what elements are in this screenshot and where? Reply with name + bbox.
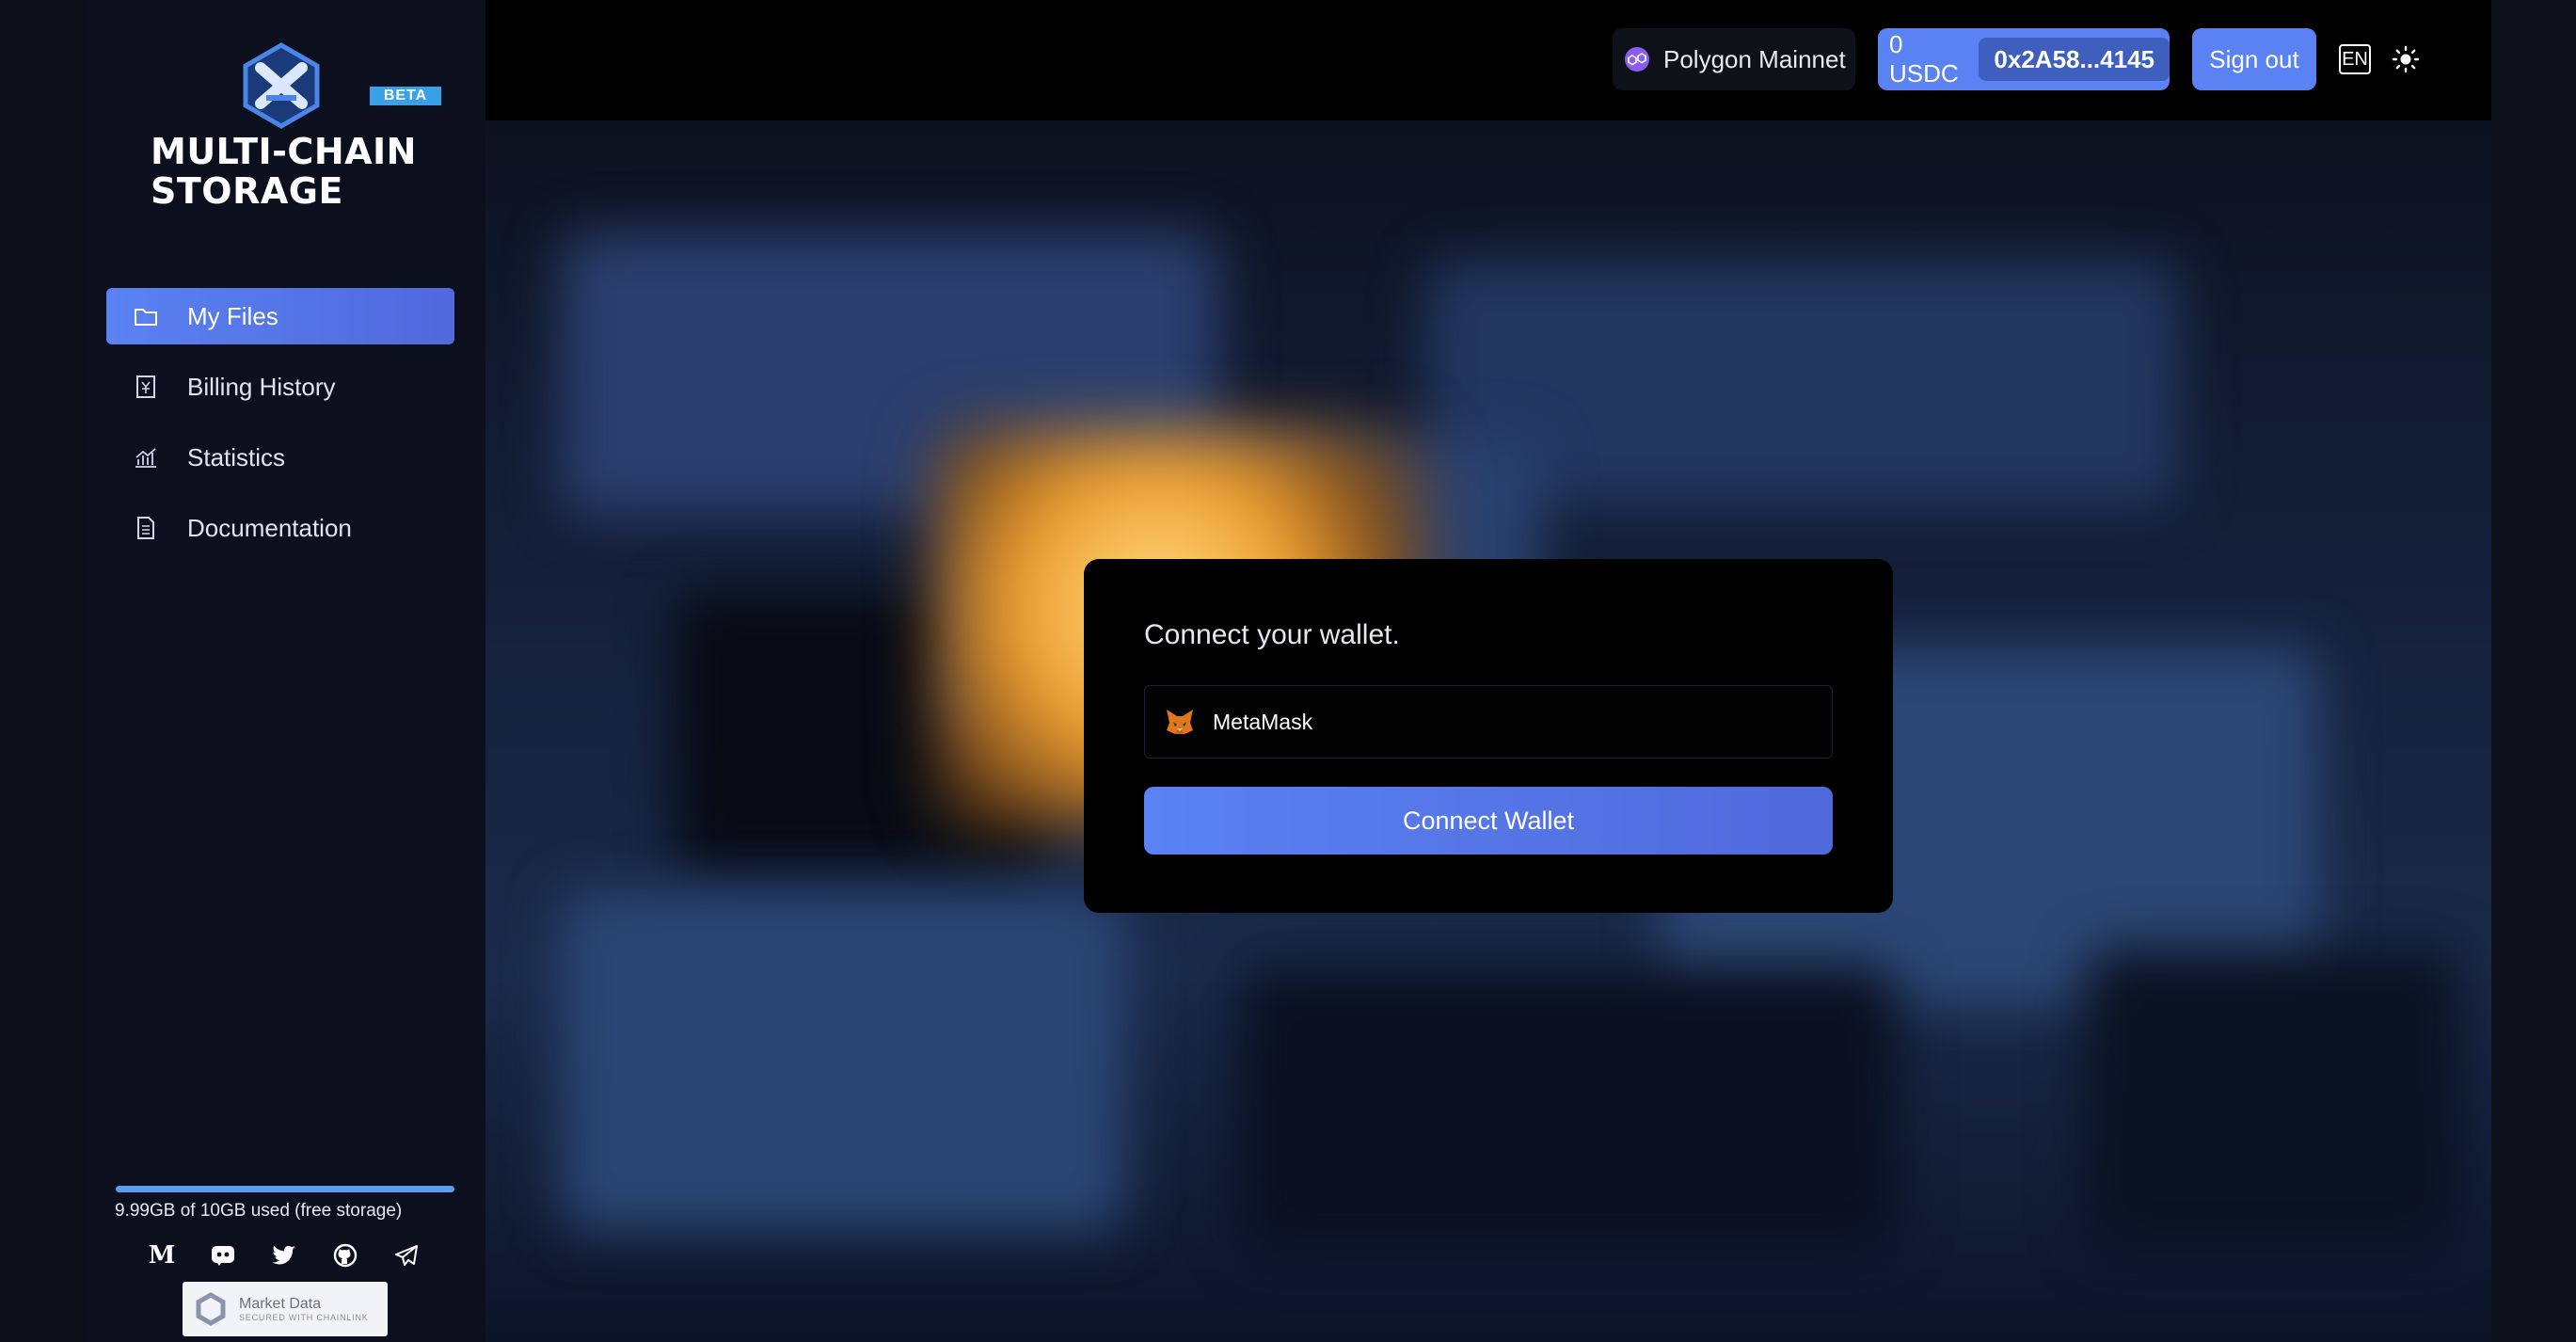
wallet-balance: 0 USDC <box>1889 30 1959 88</box>
wallet-account-button[interactable]: 0 USDC 0x2A58...4145 <box>1878 28 2170 90</box>
folder-icon <box>133 303 159 329</box>
twitter-icon[interactable] <box>265 1238 303 1272</box>
bg-shape <box>1426 262 2179 506</box>
sidebar-item-label: Billing History <box>187 372 336 401</box>
theme-toggle-sun-icon[interactable] <box>2392 45 2420 73</box>
badge-line2: SECURED WITH CHAINLINK <box>239 1313 369 1322</box>
document-icon <box>133 515 159 541</box>
modal-title: Connect your wallet. <box>1144 619 1400 650</box>
metamask-fox-icon <box>1167 710 1193 734</box>
main-content: Polygon Mainnet 0 USDC 0x2A58...4145 Sig… <box>485 0 2491 1342</box>
connect-wallet-modal: Connect your wallet. MetaMask Connect Wa… <box>1084 559 1893 913</box>
wallet-address: 0x2A58...4145 <box>1979 38 2170 81</box>
language-selector[interactable]: EN <box>2339 44 2371 74</box>
bg-shape <box>1238 967 1897 1250</box>
network-label: Polygon Mainnet <box>1663 44 1846 73</box>
discord-icon[interactable] <box>204 1238 242 1272</box>
storage-usage-fill <box>116 1186 454 1192</box>
sidebar-item-documentation[interactable]: Documentation <box>106 500 454 556</box>
telegram-icon[interactable] <box>388 1238 425 1272</box>
sidebar: BETA MULTI-CHAIN STORAGE My Files Billin… <box>85 0 485 1342</box>
bg-shape <box>2085 949 2461 1250</box>
chainlink-icon <box>196 1292 226 1326</box>
wallet-option-label: MetaMask <box>1213 709 1313 734</box>
sidebar-nav: My Files Billing History Statistics Docu… <box>106 288 454 570</box>
chart-icon <box>133 444 159 471</box>
top-header: Polygon Mainnet 0 USDC 0x2A58...4145 Sig… <box>485 0 2491 120</box>
app-title-line1: MULTI-CHAIN <box>151 131 417 172</box>
window-right-margin <box>2491 0 2576 1342</box>
storage-usage-bar <box>116 1186 454 1192</box>
social-links: M <box>143 1238 449 1272</box>
wallet-option-metamask[interactable]: MetaMask <box>1144 685 1833 759</box>
storage-usage-text: 9.99GB of 10GB used (free storage) <box>115 1201 403 1221</box>
chainlink-badge[interactable]: Market Data SECURED WITH CHAINLINK <box>183 1282 388 1336</box>
app-title: MULTI-CHAIN STORAGE <box>151 132 433 211</box>
beta-badge: BETA <box>370 87 441 105</box>
sidebar-item-label: My Files <box>187 301 278 330</box>
badge-line1: Market Data <box>239 1296 322 1312</box>
badge-text: Market Data SECURED WITH CHAINLINK <box>239 1296 369 1322</box>
logo-icon <box>243 42 320 129</box>
window-left-margin <box>0 0 85 1342</box>
sign-out-button[interactable]: Sign out <box>2192 28 2316 90</box>
sidebar-item-billing-history[interactable]: Billing History <box>106 359 454 415</box>
sidebar-item-label: Statistics <box>187 442 286 471</box>
network-selector[interactable]: Polygon Mainnet <box>1613 28 1855 90</box>
app-title-line2: STORAGE <box>151 170 343 212</box>
sidebar-item-my-files[interactable]: My Files <box>106 288 454 344</box>
receipt-icon <box>133 374 159 400</box>
bg-shape <box>561 892 1125 1231</box>
sidebar-item-label: Documentation <box>187 513 352 542</box>
polygon-icon <box>1625 47 1649 72</box>
connect-wallet-button[interactable]: Connect Wallet <box>1144 787 1833 855</box>
medium-icon[interactable]: M <box>143 1238 181 1272</box>
sidebar-item-statistics[interactable]: Statistics <box>106 429 454 486</box>
github-icon[interactable] <box>326 1238 364 1272</box>
